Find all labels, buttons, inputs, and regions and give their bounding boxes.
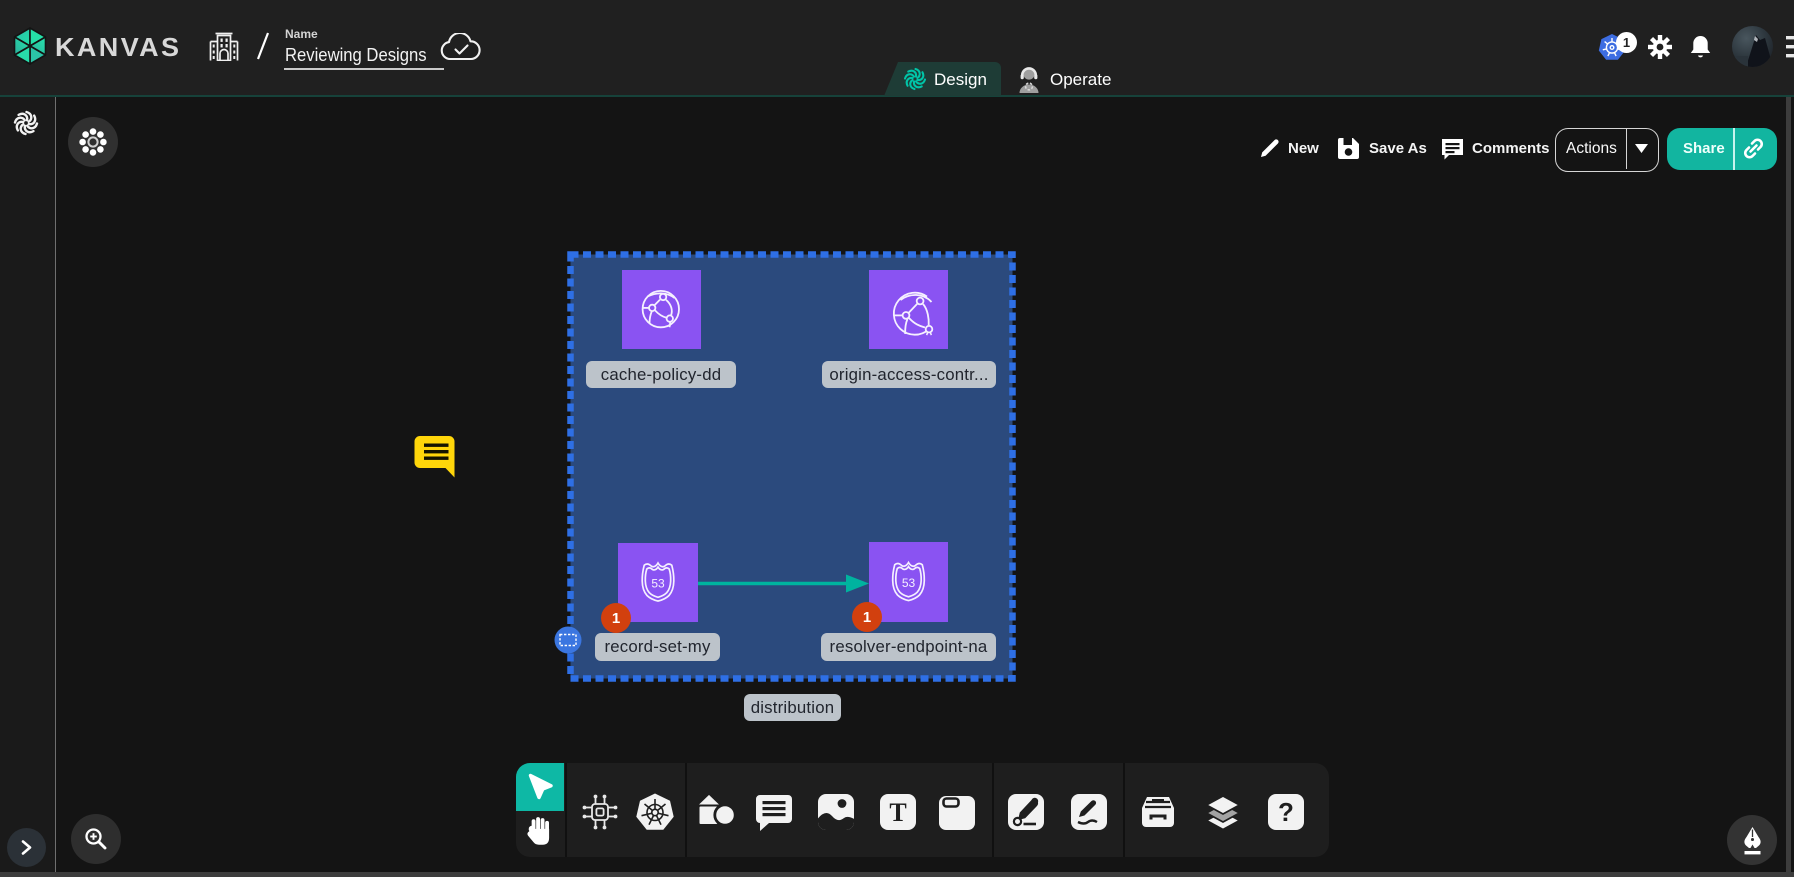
svg-text:53: 53 [651,576,665,590]
svg-text:T: T [889,798,906,827]
svg-text:53: 53 [902,576,916,590]
svg-text:?: ? [1278,797,1294,827]
